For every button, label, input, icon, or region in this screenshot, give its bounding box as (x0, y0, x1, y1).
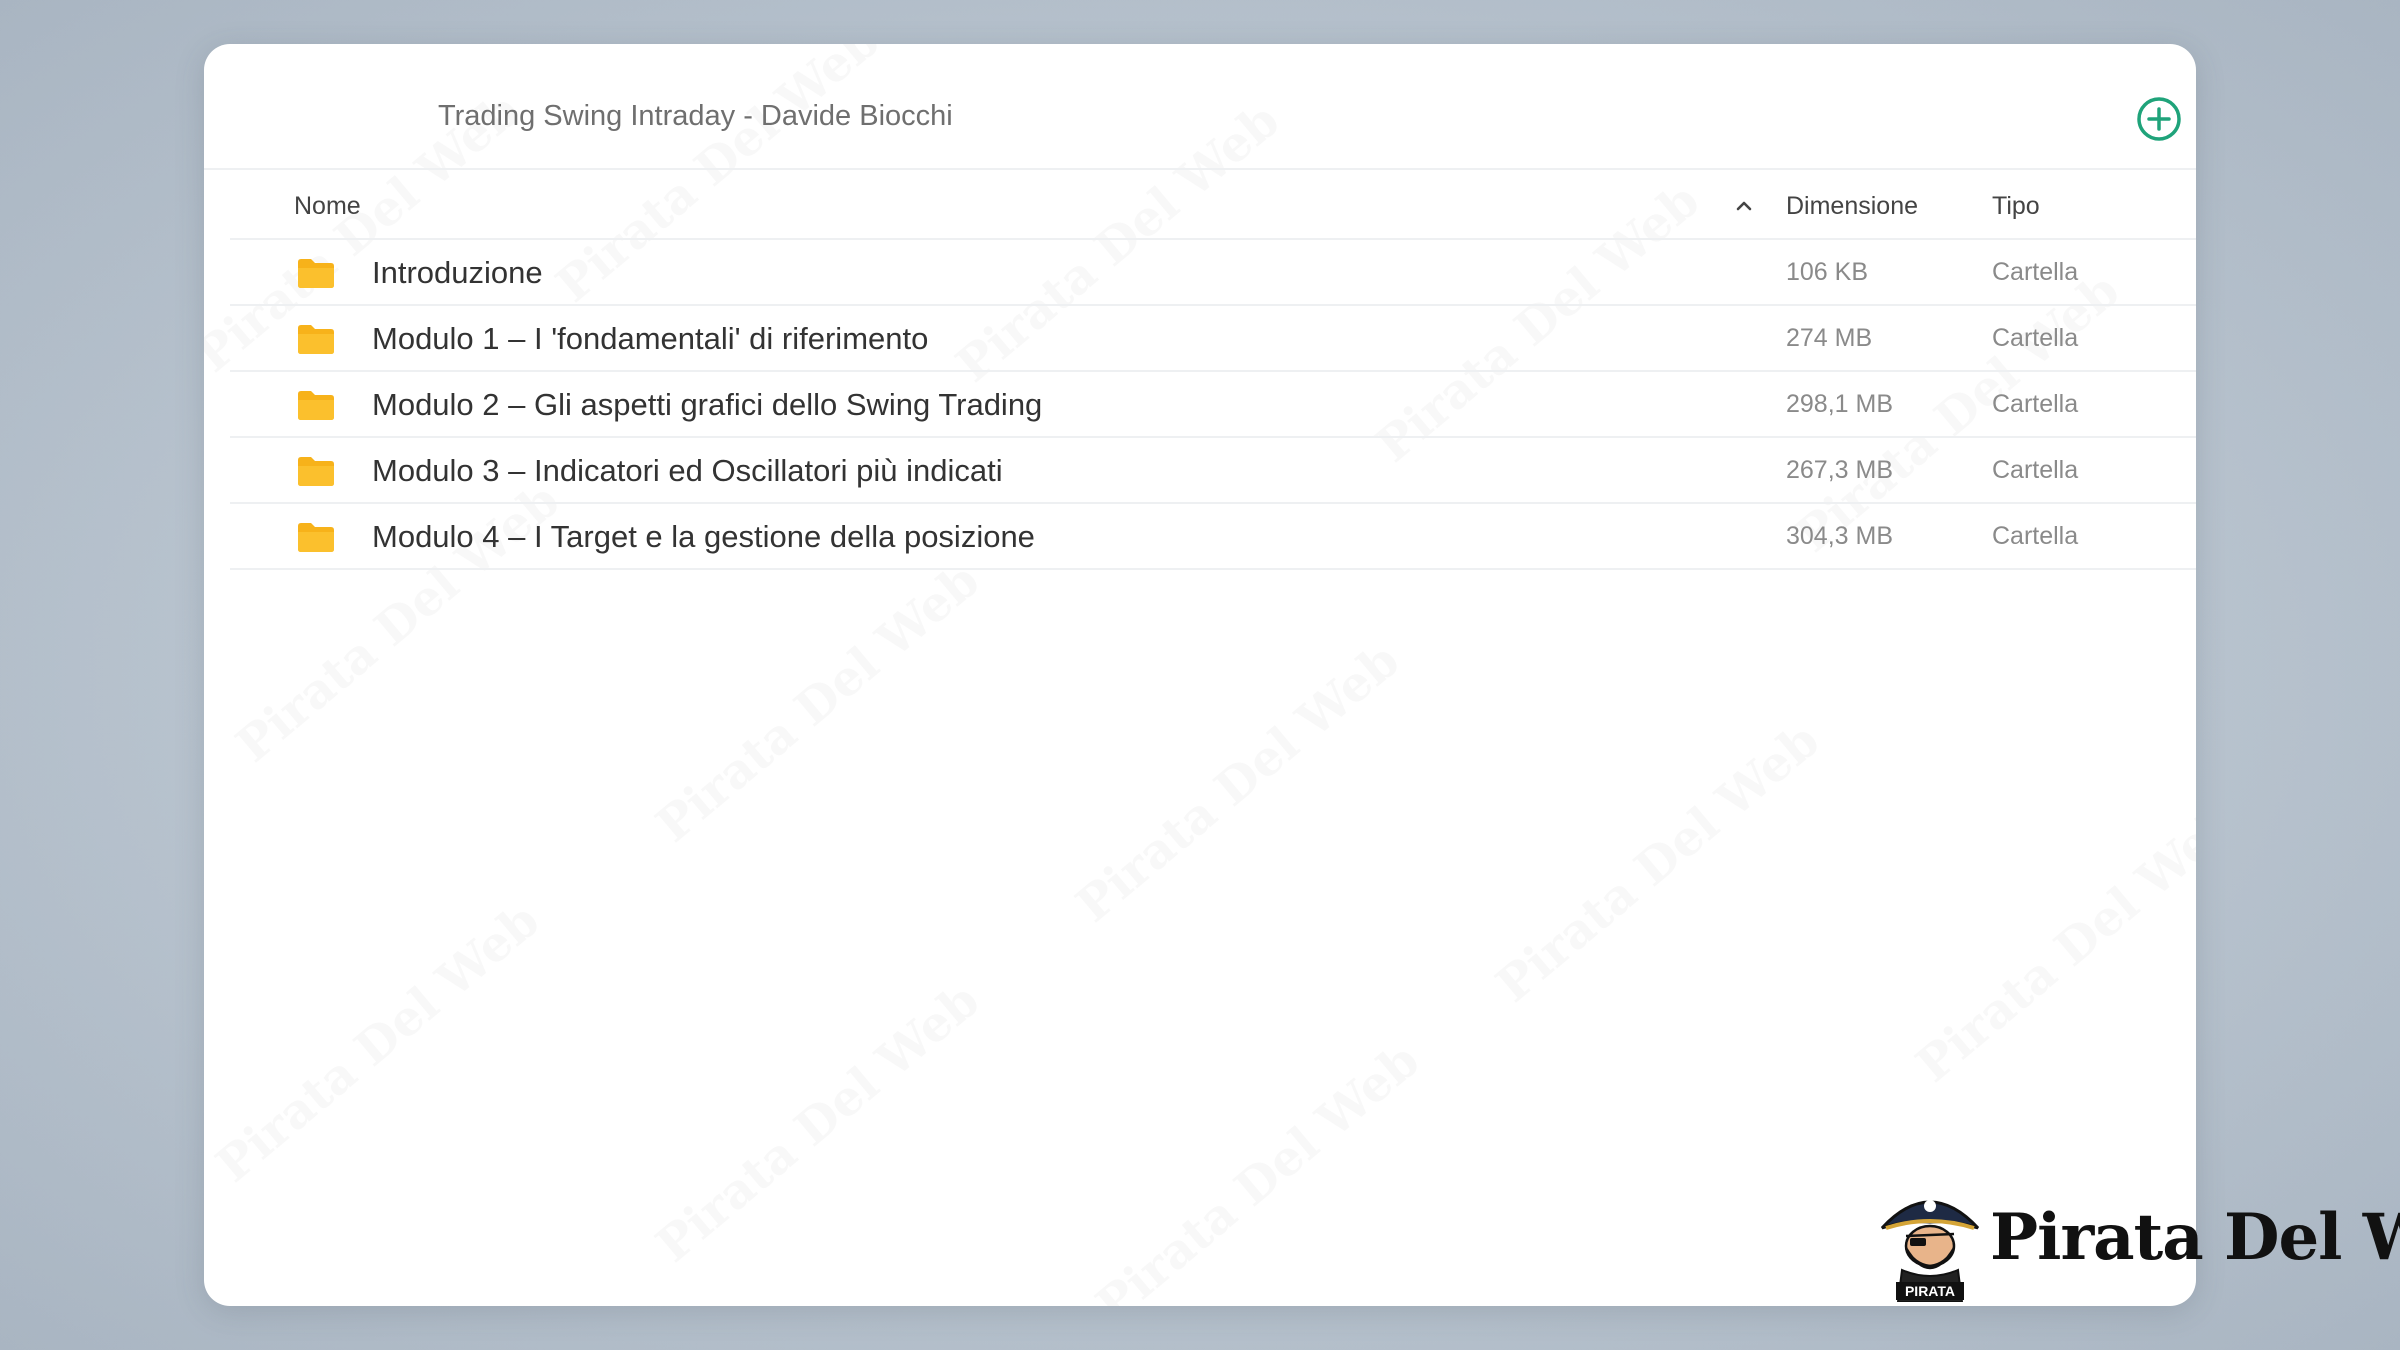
table-row[interactable]: Modulo 1 – I 'fondamentali' di riferimen… (230, 306, 2196, 372)
watermark: Pirata Del Web (646, 552, 990, 854)
table-row[interactable]: Modulo 3 – Indicatori ed Oscillatori più… (230, 438, 2196, 504)
table-row[interactable]: Introduzione 106 KB Cartella (230, 240, 2196, 306)
column-header-row: Nome Dimensione Tipo (230, 170, 2196, 240)
watermark: Pirata Del Web (1086, 1032, 1430, 1306)
plus-circle-icon[interactable] (2136, 96, 2182, 142)
folder-icon (298, 457, 334, 486)
row-size: 274 MB (1786, 324, 1873, 352)
row-name: Modulo 4 – I Target e la gestione della … (372, 519, 1035, 554)
chevron-up-icon[interactable] (1734, 196, 1754, 216)
watermark: Pirata Del Web (646, 972, 990, 1274)
window-header: Trading Swing Intraday - Davide Biocchi (204, 44, 2196, 170)
folder-icon (298, 523, 334, 552)
row-type: Cartella (1992, 258, 2079, 286)
logo-badge-text: PIRATA (1905, 1283, 1955, 1299)
row-name: Modulo 2 – Gli aspetti grafici dello Swi… (372, 387, 1043, 422)
row-name: Modulo 3 – Indicatori ed Oscillatori più… (372, 453, 1003, 488)
watermark: Pirata Del Web (206, 892, 550, 1194)
row-size: 304,3 MB (1786, 522, 1894, 550)
row-type: Cartella (1992, 390, 2079, 418)
watermark: Pirata Del Web (1066, 632, 1410, 934)
pirate-logo-icon: PIRATA (1880, 1200, 1980, 1302)
table-row[interactable]: Modulo 4 – I Target e la gestione della … (230, 504, 2196, 570)
column-type-header[interactable]: Tipo (1992, 192, 2040, 221)
folder-icon (298, 325, 334, 354)
row-type: Cartella (1992, 324, 2079, 352)
folder-icon (298, 391, 334, 420)
file-browser-window: Pirata Del Web Pirata Del Web Pirata Del… (204, 44, 2196, 1306)
column-size-header[interactable]: Dimensione (1786, 192, 1918, 221)
row-size: 106 KB (1786, 258, 1869, 286)
folder-icon (298, 259, 334, 288)
row-type: Cartella (1992, 522, 2079, 550)
brand-name: Pirata Del Web (1990, 1200, 2400, 1275)
row-name: Introduzione (372, 255, 543, 290)
row-name: Modulo 1 – I 'fondamentali' di riferimen… (372, 321, 929, 356)
watermark: Pirata Del Web (1906, 792, 2196, 1094)
column-name-header[interactable]: Nome (294, 192, 361, 221)
row-size: 298,1 MB (1786, 390, 1894, 418)
row-size: 267,3 MB (1786, 456, 1894, 484)
row-type: Cartella (1992, 456, 2079, 484)
folder-title: Trading Swing Intraday - Davide Biocchi (438, 100, 953, 132)
table-row[interactable]: Modulo 2 – Gli aspetti grafici dello Swi… (230, 372, 2196, 438)
watermark: Pirata Del Web (1486, 712, 1830, 1014)
